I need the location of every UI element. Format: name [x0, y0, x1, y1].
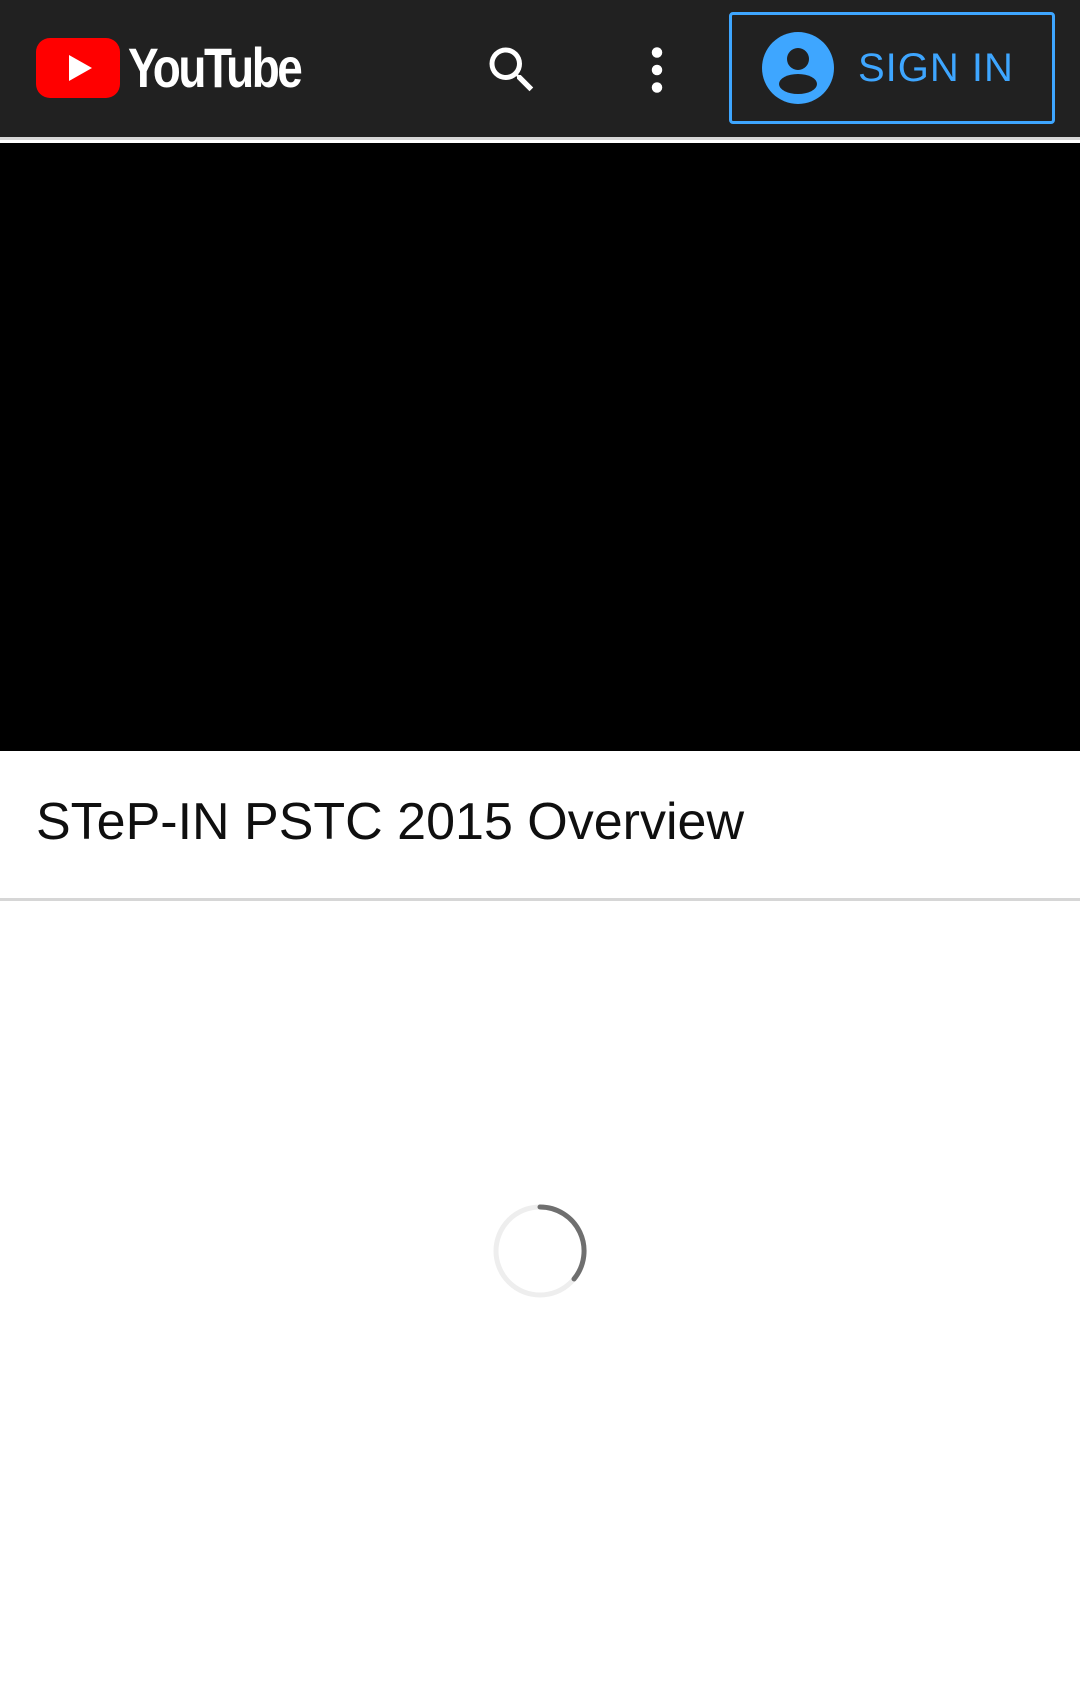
logo-wordmark: YouTube — [128, 36, 303, 99]
more-vert-icon — [651, 47, 663, 93]
video-title: STeP-IN PSTC 2015 Overview — [36, 793, 745, 851]
youtube-logo[interactable]: YouTube — [36, 36, 338, 100]
account-circle-icon — [762, 32, 834, 104]
loading-spinner-icon — [493, 1204, 587, 1298]
sign-in-label: SIGN IN — [858, 46, 1014, 90]
search-icon — [489, 47, 534, 92]
video-title-row: STeP-IN PSTC 2015 Overview — [0, 751, 1080, 901]
search-button[interactable] — [472, 30, 552, 110]
app-header: YouTube SIGN IN — [0, 0, 1080, 140]
video-player[interactable] — [0, 143, 1080, 751]
sign-in-button[interactable]: SIGN IN — [729, 12, 1055, 124]
youtube-play-icon — [36, 38, 120, 98]
more-options-button[interactable] — [617, 30, 697, 110]
